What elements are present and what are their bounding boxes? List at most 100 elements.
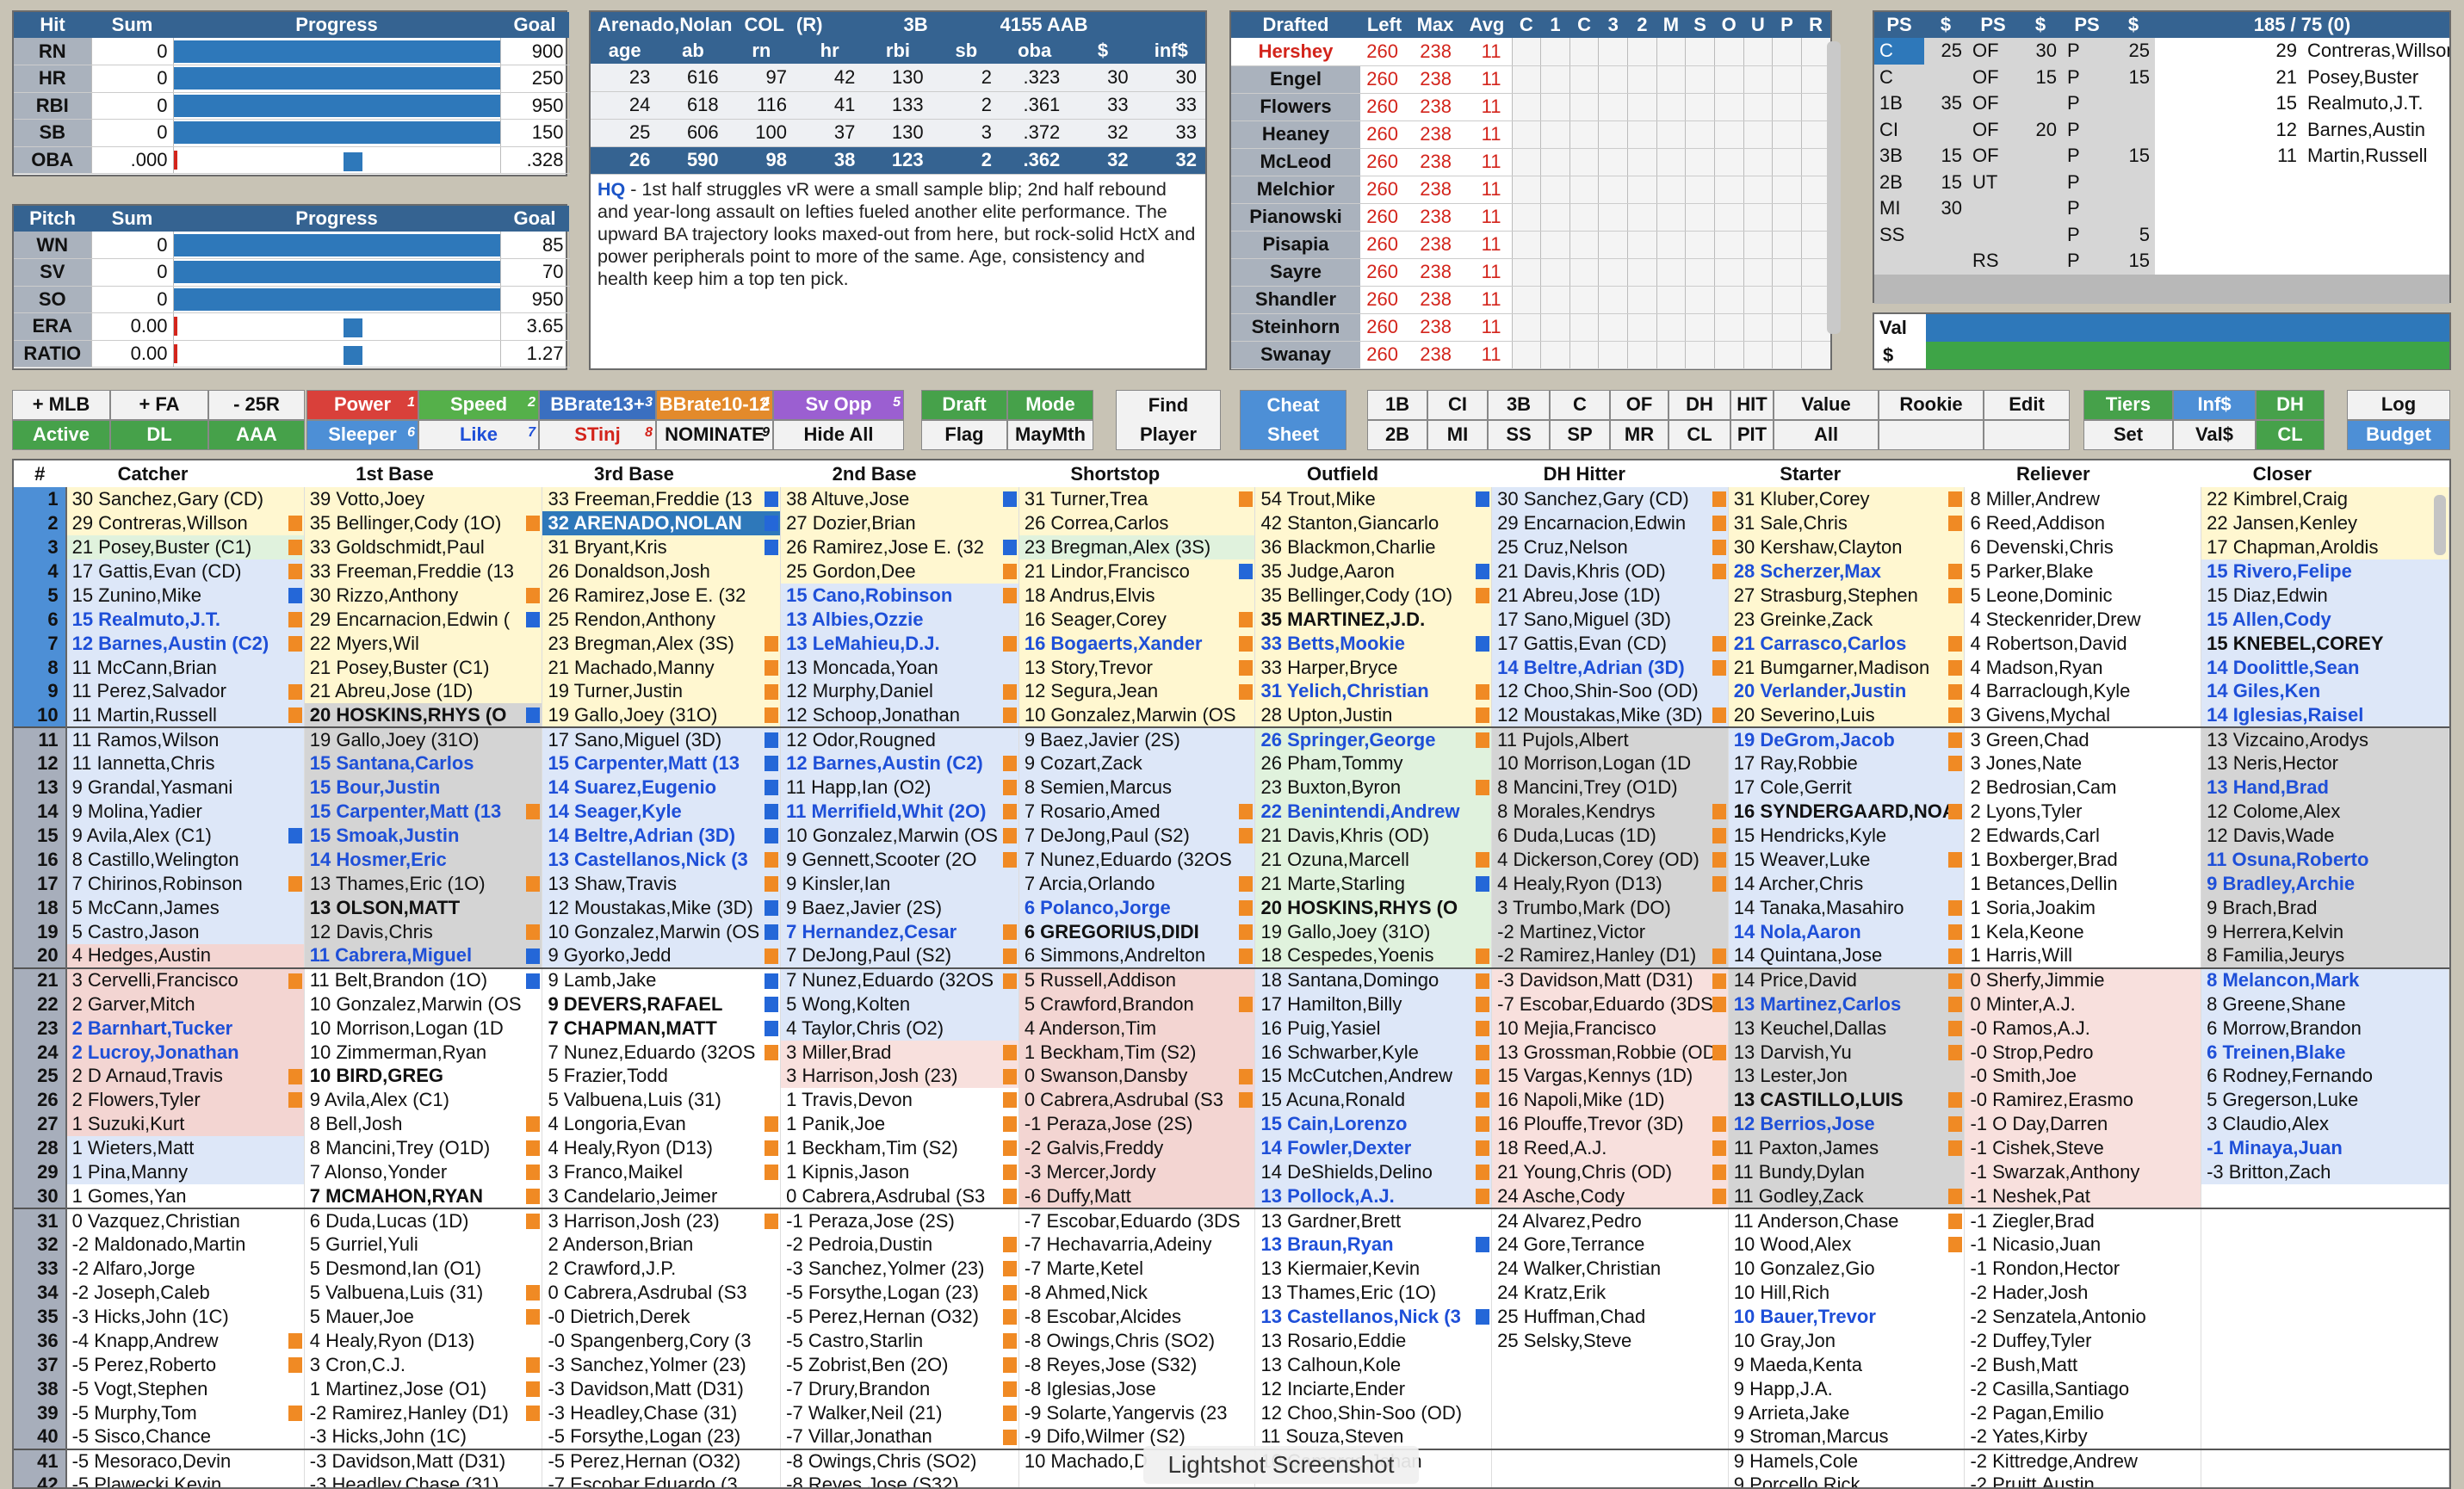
player-cell[interactable]: 3 Candelario,Jeimer	[542, 1184, 782, 1209]
filter-mr-button[interactable]: MR	[1610, 420, 1668, 450]
drafted-team-row[interactable]: Steinhorn 260 238 11	[1231, 313, 1830, 342]
player-cell[interactable]: -9 Solarte,Yangervis (23	[1018, 1400, 1256, 1425]
player-cell[interactable]: 21 Lindor,Francisco	[1018, 559, 1256, 584]
grid-col-header[interactable]: Catcher	[65, 460, 305, 487]
player-cell[interactable]: 1 Suzuki,Kurt	[65, 1112, 305, 1137]
player-cell[interactable]: -3 Hicks,John (1C)	[304, 1424, 543, 1449]
player-cell[interactable]: 12 Segura,Jean	[1018, 679, 1256, 704]
player-cell[interactable]: 9 Herrera,Kelvin	[2201, 919, 2449, 944]
player-cell[interactable]: 14 Archer,Chris	[1728, 872, 1966, 896]
player-cell[interactable]: 16 Napoli,Mike (1D)	[1491, 1088, 1729, 1113]
player-cell[interactable]: 5 Valbuena,Luis (31)	[542, 1088, 782, 1113]
player-cell[interactable]: 19 Gallo,Joey (31O)	[542, 703, 782, 728]
player-cell[interactable]: 20 HOSKINS,RHYS (O	[1254, 895, 1493, 920]
player-cell[interactable]: 1 Kela,Keone	[1964, 919, 2202, 944]
grid-col-header[interactable]: Reliever	[1964, 460, 2201, 487]
player-cell[interactable]: 13 Vizcaino,Arodys	[2201, 726, 2449, 752]
player-cell[interactable]: 20 Verlander,Justin	[1728, 679, 1966, 704]
player-cell[interactable]	[2201, 1257, 2449, 1281]
player-cell[interactable]: 3 Claudio,Alex	[2201, 1112, 2449, 1137]
aaa-button[interactable]: AAA	[208, 420, 305, 450]
player-cell[interactable]: 13 Rosario,Eddie	[1254, 1328, 1493, 1353]
player-cell[interactable]: 6 Morrow,Brandon	[2201, 1016, 2449, 1041]
player-cell[interactable]: 4 Madson,Ryan	[1964, 655, 2202, 680]
player-cell[interactable]: 15 Diaz,Edwin	[2201, 583, 2449, 608]
player-cell[interactable]: 27 Strasburg,Stephen	[1728, 583, 1966, 608]
player-cell[interactable]: 3 Green,Chad	[1964, 726, 2202, 752]
team-name[interactable]: Melchior	[1231, 176, 1360, 204]
player-cell[interactable]: 12 Barnes,Austin (C2)	[780, 751, 1019, 776]
player-cell[interactable]	[1491, 1352, 1729, 1377]
player-cell[interactable]: 14 Quintana,Jose	[1728, 943, 1966, 968]
player-cell[interactable]: 23 Bregman,Alex (3S)	[542, 631, 782, 656]
player-cell[interactable]: 31 Turner,Trea	[1018, 487, 1256, 511]
player-cell[interactable]: 10 BIRD,GREG	[304, 1064, 543, 1089]
player-cell[interactable]	[2201, 1233, 2449, 1257]
team-name[interactable]: Engel	[1231, 65, 1360, 94]
player-cell[interactable]: 23 Buxton,Byron	[1254, 775, 1493, 800]
player-cell[interactable]: 17 Sano,Miguel (3D)	[542, 726, 782, 752]
grid-col-header[interactable]: 3rd Base	[542, 460, 781, 487]
player-cell[interactable]: 1 Soria,Joakim	[1964, 895, 2202, 920]
player-cell[interactable]: 7 CHAPMAN,MATT	[542, 1016, 782, 1041]
player-cell[interactable]: 7 Chirinos,Robinson	[65, 872, 305, 896]
player-cell[interactable]: 0 Cabrera,Asdrubal (S3	[1018, 1088, 1256, 1113]
player-cell[interactable]: 15 Rivero,Felipe	[2201, 559, 2449, 584]
player-cell[interactable]: 21 Posey,Buster (C1)	[65, 534, 305, 559]
player-cell[interactable]: 11 Perez,Salvador	[65, 679, 305, 704]
player-cell[interactable]: 15 Allen,Cody	[2201, 607, 2449, 632]
player-cell[interactable]: 31 Sale,Chris	[1728, 510, 1966, 535]
player-cell[interactable]: 10 Wood,Alex	[1728, 1233, 1966, 1257]
player-cell[interactable]: 4 Steckenrider,Drew	[1964, 607, 2202, 632]
team-name[interactable]: Steinhorn	[1231, 313, 1360, 342]
player-cell[interactable]: 14 Giles,Ken	[2201, 679, 2449, 704]
player-cell[interactable]: 16 Plouffe,Trevor (3D)	[1491, 1112, 1729, 1137]
player-cell[interactable]: -1 Ziegler,Brad	[1964, 1208, 2202, 1233]
player-cell[interactable]: 13 Albies,Ozzie	[780, 607, 1019, 632]
player-cell[interactable]: 2 Edwards,Carl	[1964, 824, 2202, 849]
player-cell[interactable]: 13 Thames,Eric (1O)	[304, 872, 543, 896]
player-cell[interactable]: -2 Hader,Josh	[1964, 1280, 2202, 1305]
player-cell[interactable]: 1 Panik,Joe	[780, 1112, 1019, 1137]
player-cell[interactable]: -1 Neshek,Pat	[1964, 1184, 2202, 1209]
player-cell[interactable]: -2 Joseph,Caleb	[65, 1280, 305, 1305]
player-cell[interactable]: 2 Lucroy,Jonathan	[65, 1040, 305, 1065]
dh-toggle-button[interactable]: DH	[2256, 390, 2325, 420]
player-cell[interactable]: -5 Vogt,Stephen	[65, 1376, 305, 1401]
hide-all-button[interactable]: Hide All	[773, 420, 904, 450]
player-cell[interactable]: 17 Hamilton,Billy	[1254, 992, 1493, 1016]
player-cell[interactable]: -6 Duffy,Matt	[1018, 1184, 1256, 1209]
player-cell[interactable]: 36 Blackmon,Charlie	[1254, 534, 1493, 559]
player-cell[interactable]: 7 Nunez,Eduardo (32OS	[1018, 848, 1256, 872]
player-cell[interactable]: -3 Davidson,Matt (D31)	[1491, 967, 1729, 992]
player-cell[interactable]: 2 Anderson,Brian	[542, 1233, 782, 1257]
player-cell[interactable]: -4 Knapp,Andrew	[65, 1328, 305, 1353]
player-cell[interactable]: -2 Senzatela,Antonio	[1964, 1304, 2202, 1329]
player-cell[interactable]: 7 Nunez,Eduardo (32OS	[542, 1040, 782, 1065]
player-cell[interactable]: 1 Beckham,Tim (S2)	[1018, 1040, 1256, 1065]
player-cell[interactable]: -5 Forsythe,Logan (23)	[542, 1424, 782, 1449]
player-cell[interactable]: 6 Reed,Addison	[1964, 510, 2202, 535]
player-cell[interactable]: -0 Spangenberg,Cory (3	[542, 1328, 782, 1353]
player-cell[interactable]: 13 Keuchel,Dallas	[1728, 1016, 1966, 1041]
player-cell[interactable]: -2 Duffey,Tyler	[1964, 1328, 2202, 1353]
player-cell[interactable]: 12 Davis,Wade	[2201, 824, 2449, 849]
player-cell[interactable]: 10 Gray,Jon	[1728, 1328, 1966, 1353]
player-cell[interactable]: 11 Godley,Zack	[1728, 1184, 1966, 1209]
add-mlb-button[interactable]: + MLB	[12, 390, 110, 420]
player-cell[interactable]: -7 Walker,Neil (21)	[780, 1400, 1019, 1425]
player-cell[interactable]: -8 Owings,Chris (SO2)	[780, 1448, 1019, 1474]
player-cell[interactable]: 42 Stanton,Giancarlo	[1254, 510, 1493, 535]
log-button[interactable]: Log	[2347, 390, 2450, 420]
player-cell[interactable]	[2201, 1304, 2449, 1329]
player-cell[interactable]: -8 Reyes,Jose (S32)	[780, 1473, 1019, 1487]
player-cell[interactable]: 30 Sanchez,Gary (CD)	[1491, 487, 1729, 511]
player-cell[interactable]: -2 Pruitt,Austin	[1964, 1473, 2202, 1487]
player-cell[interactable]: 17 Ray,Robbie	[1728, 751, 1966, 776]
player-cell[interactable]: 21 Young,Chris (OD)	[1491, 1160, 1729, 1185]
grid-col-header[interactable]: Outfield	[1254, 460, 1492, 487]
filter-hit-button[interactable]: HIT	[1730, 390, 1774, 420]
player-cell[interactable]: -7 Escobar,Eduardo (3DS	[1491, 992, 1729, 1016]
drafted-team-row[interactable]: Heaney 260 238 11	[1231, 120, 1830, 149]
drafted-team-row[interactable]: Melchior 260 238 11	[1231, 176, 1830, 204]
